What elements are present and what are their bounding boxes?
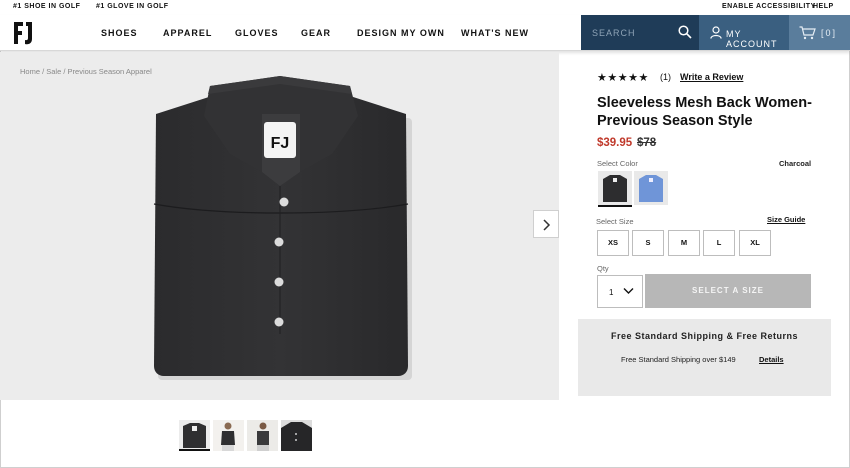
search-placeholder: SEARCH: [592, 28, 636, 38]
search-input[interactable]: SEARCH: [581, 15, 699, 50]
quantity-value: 1: [609, 288, 614, 297]
quantity-select[interactable]: 1: [597, 275, 643, 308]
svg-text:FJ: FJ: [271, 135, 290, 152]
nav-gear[interactable]: GEAR: [301, 28, 331, 38]
swatch-blue[interactable]: [634, 171, 668, 205]
cart-icon: [799, 26, 816, 40]
select-color-label: Select Color: [597, 159, 638, 168]
breadcrumb[interactable]: Home / Sale / Previous Season Apparel: [20, 67, 152, 76]
my-account-button[interactable]: MY ACCOUNT: [699, 15, 789, 50]
chevron-right-icon: [543, 219, 551, 231]
original-price: $78: [637, 137, 657, 149]
nav-gloves[interactable]: GLOVES: [235, 28, 279, 38]
chevron-down-icon: [623, 288, 634, 294]
thumbnail-1[interactable]: [179, 420, 210, 451]
cart-count: [0]: [821, 28, 838, 38]
thumbnail-3[interactable]: [247, 420, 278, 451]
size-l-button[interactable]: L: [703, 230, 735, 256]
user-icon: [710, 26, 722, 39]
promo-glove: #1 GLOVE IN GOLF: [96, 3, 169, 10]
thumbnail-2[interactable]: [213, 420, 244, 451]
qty-label: Qty: [597, 264, 609, 273]
nav-design-my-own[interactable]: DESIGN MY OWN: [357, 28, 445, 38]
shipping-title: Free Standard Shipping & Free Returns: [610, 331, 799, 341]
shipping-subtitle: Free Standard Shipping over $149: [621, 355, 736, 364]
thumbnail-4[interactable]: [281, 420, 312, 451]
write-review-link[interactable]: Write a Review: [680, 72, 743, 82]
nav-whats-new[interactable]: WHAT'S NEW: [461, 28, 529, 38]
select-a-size-button[interactable]: SELECT A SIZE: [645, 274, 811, 308]
site-header: SHOES APPAREL GLOVES GEAR DESIGN MY OWN …: [0, 15, 850, 51]
cart-button[interactable]: [0]: [789, 15, 850, 50]
promo-bar: #1 SHOE IN GOLF #1 GLOVE IN GOLF ENABLE …: [0, 0, 850, 15]
size-s-button[interactable]: S: [632, 230, 664, 256]
rating-stars: ★★★★★: [597, 72, 649, 84]
product-title: Sleeveless Mesh Back Women-Previous Seas…: [597, 95, 812, 129]
fj-logo-icon[interactable]: [12, 19, 37, 47]
review-count[interactable]: (1): [660, 72, 671, 82]
help-link[interactable]: HELP: [813, 3, 834, 10]
next-image-button[interactable]: [533, 210, 559, 238]
size-xs-button[interactable]: XS: [597, 230, 629, 256]
size-m-button[interactable]: M: [668, 230, 700, 256]
nav-apparel[interactable]: APPAREL: [163, 28, 212, 38]
select-size-label: Select Size: [596, 217, 634, 226]
promo-shoe: #1 SHOE IN GOLF: [13, 3, 81, 10]
enable-accessibility-link[interactable]: ENABLE ACCESSIBILITY: [722, 3, 816, 10]
product-image-gallery: Home / Sale / Previous Season Apparel FJ: [0, 52, 559, 400]
product-image-polo[interactable]: FJ: [150, 74, 412, 380]
size-guide-link[interactable]: Size Guide: [767, 215, 805, 224]
shipping-info-panel: Free Standard Shipping & Free Returns Fr…: [578, 319, 831, 396]
nav-shoes[interactable]: SHOES: [101, 28, 138, 38]
selected-color-name: Charcoal: [779, 159, 812, 168]
search-icon[interactable]: [678, 25, 692, 39]
my-account-label: MY ACCOUNT: [726, 29, 778, 49]
shipping-details-link[interactable]: Details: [759, 355, 784, 364]
sale-price: $39.95: [597, 137, 633, 149]
swatch-charcoal[interactable]: [598, 171, 632, 207]
size-xl-button[interactable]: XL: [739, 230, 771, 256]
